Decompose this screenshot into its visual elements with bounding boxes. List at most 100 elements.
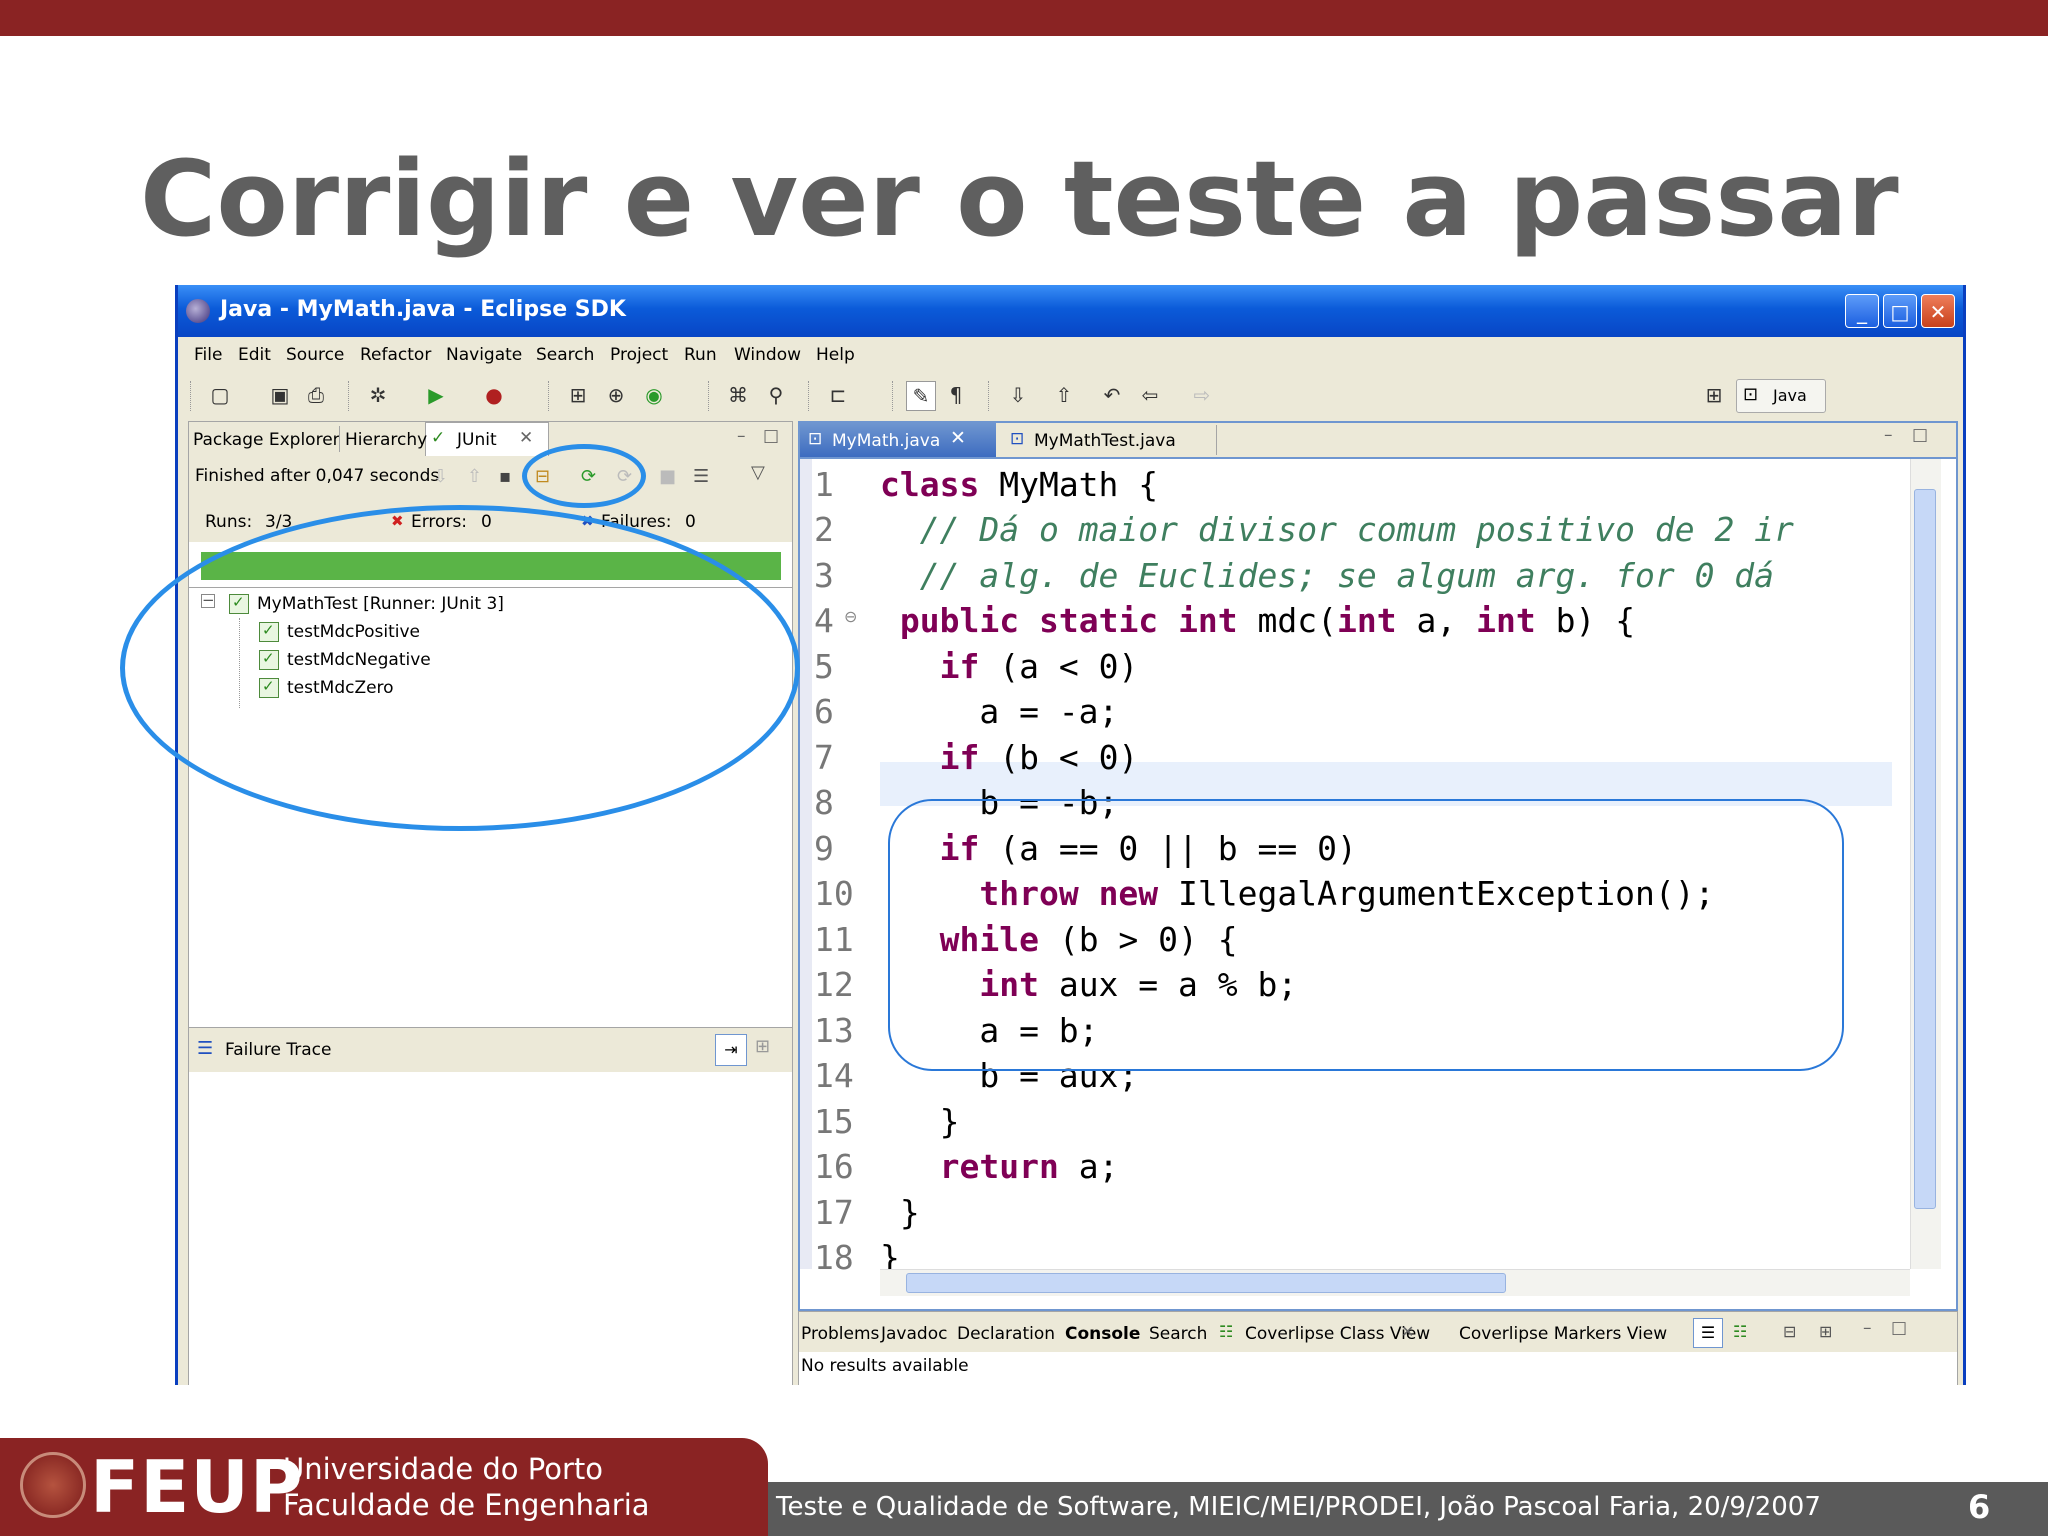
list-view-icon[interactable]: ☰	[1693, 1318, 1723, 1348]
test-run-history-icon[interactable]: ☰	[693, 466, 709, 487]
save-icon[interactable]: ▣	[266, 381, 294, 409]
editor-vertical-scrollbar[interactable]	[1910, 459, 1941, 1269]
tab-declaration[interactable]: Declaration	[957, 1324, 1055, 1344]
new-icon[interactable]: ▢	[206, 381, 234, 409]
close-button[interactable]: ✕	[1921, 294, 1955, 328]
annotation-circle-rerun-button	[522, 444, 646, 508]
runs-label: Runs:	[205, 512, 253, 532]
search-icon[interactable]: ⚲	[762, 381, 790, 409]
new-java-project-icon[interactable]: ⊞	[564, 381, 592, 409]
next-annotation-icon[interactable]: ⇩	[1004, 381, 1032, 409]
forward-icon[interactable]: ⇨	[1188, 381, 1216, 409]
tab-search[interactable]: Search	[1149, 1324, 1207, 1344]
menu-navigate[interactable]: Navigate	[446, 345, 522, 365]
menu-project[interactable]: Project	[610, 345, 668, 365]
tab-hierarchy[interactable]: Hierarchy	[345, 430, 427, 450]
code-line[interactable]: class MyMath {	[880, 465, 1158, 504]
editor-tabs: ⊡ MyMath.java ✕ ⊡ MyMathTest.java – □	[800, 423, 1956, 459]
open-perspective-icon[interactable]: ⊞	[1700, 381, 1728, 409]
tab-junit[interactable]: JUnit	[457, 430, 497, 450]
menu-run[interactable]: Run	[684, 345, 717, 365]
tab-mymath-java[interactable]: MyMath.java	[832, 431, 940, 451]
line-number: 17	[814, 1193, 854, 1232]
code-line[interactable]: public static int mdc(int a, int b) {	[880, 601, 1635, 640]
toolbar-separator	[708, 381, 711, 411]
stop-icon[interactable]: ■	[659, 466, 676, 487]
minimize-view-icon[interactable]: –	[1884, 425, 1893, 445]
minimize-button[interactable]: _	[1845, 294, 1879, 328]
failure-trace-icon: ☰	[197, 1038, 214, 1059]
back-icon[interactable]: ⇦	[1136, 381, 1164, 409]
maximize-view-icon[interactable]: □	[763, 426, 779, 446]
filter-stack-trace-icon[interactable]: ⇥	[715, 1034, 747, 1066]
code-line[interactable]: if (b < 0)	[880, 738, 1139, 777]
line-number: 8	[814, 783, 834, 822]
previous-failure-icon[interactable]: ⇧	[467, 466, 482, 487]
close-tab-icon[interactable]: ✕	[1401, 1322, 1414, 1341]
tab-package-explorer[interactable]: Package Explorer	[193, 430, 340, 450]
minimize-view-icon[interactable]: –	[1863, 1318, 1872, 1338]
tab-problems[interactable]: Problems	[801, 1324, 879, 1344]
tab-mymathtest-java[interactable]: MyMathTest.java	[1034, 431, 1176, 451]
menu-file[interactable]: File	[194, 345, 222, 365]
code-keyword: class	[880, 465, 980, 504]
new-package-icon[interactable]: ⊕	[602, 381, 630, 409]
show-whitespace-icon[interactable]: ¶	[942, 381, 970, 409]
maximize-button[interactable]: □	[1883, 294, 1917, 328]
external-tools-icon[interactable]: ●	[480, 381, 508, 409]
tree-view-icon[interactable]: ☷	[1733, 1322, 1747, 1341]
menu-refactor[interactable]: Refactor	[360, 345, 431, 365]
maximize-view-icon[interactable]: □	[1891, 1318, 1907, 1338]
page-number: 6	[1968, 1488, 1991, 1526]
print-icon[interactable]: ⎙	[302, 381, 330, 409]
perspective-java-button[interactable]: ⊡ Java	[1736, 379, 1826, 413]
scrollbar-thumb[interactable]	[1914, 489, 1936, 1209]
mark-occurrences-icon[interactable]: ✎	[906, 381, 936, 411]
code-comment[interactable]: // alg. de Euclides; se algum arg. for 0…	[880, 556, 1774, 595]
debug-icon[interactable]: ✲	[364, 381, 392, 409]
menu-window[interactable]: Window	[734, 345, 801, 365]
tab-console[interactable]: Console	[1065, 1324, 1140, 1344]
export-icon[interactable]: ⊟	[1783, 1322, 1796, 1341]
view-menu-icon[interactable]: ▽	[751, 462, 765, 483]
open-type-icon[interactable]: ⌘	[724, 381, 752, 409]
code-line[interactable]: if (a < 0)	[880, 647, 1139, 686]
new-class-icon[interactable]: ◉	[640, 381, 668, 409]
last-edit-icon[interactable]: ↶	[1098, 381, 1126, 409]
toolbar-separator	[988, 381, 991, 411]
code-comment[interactable]: // Dá o maior divisor comum positivo de …	[880, 510, 1794, 549]
java-file-icon: ⊡	[808, 429, 823, 449]
code-line[interactable]: return a;	[880, 1147, 1119, 1186]
code-text[interactable]: }	[880, 1102, 960, 1141]
line-number: 9	[814, 829, 834, 868]
menu-help[interactable]: Help	[816, 345, 855, 365]
menu-edit[interactable]: Edit	[238, 345, 271, 365]
fold-icon[interactable]: ⊖	[844, 607, 857, 626]
compare-result-icon[interactable]: ⊞	[755, 1036, 770, 1057]
line-number: 13	[814, 1011, 854, 1050]
menu-source[interactable]: Source	[286, 345, 344, 365]
next-failure-icon[interactable]: ⇩	[433, 466, 448, 487]
show-failures-only-icon[interactable]: ▪	[499, 466, 511, 487]
close-tab-icon[interactable]: ✕	[519, 428, 533, 448]
minimize-view-icon[interactable]: –	[737, 426, 746, 446]
menu-search[interactable]: Search	[536, 345, 594, 365]
refresh-icon[interactable]: ⊞	[1819, 1322, 1832, 1341]
tab-coverlipse-markers-view[interactable]: Coverlipse Markers View	[1459, 1324, 1667, 1344]
code-keyword: int	[1337, 601, 1397, 640]
scrollbar-thumb[interactable]	[906, 1273, 1506, 1293]
code-text[interactable]: a = -a;	[880, 692, 1118, 731]
window-title-bar[interactable]: Java - MyMath.java - Eclipse SDK _ □ ✕	[178, 285, 1963, 337]
tab-divider	[1216, 425, 1217, 455]
open-folder-icon[interactable]: ⊏	[824, 381, 852, 409]
university-seal-icon	[20, 1452, 86, 1518]
tab-divider	[339, 426, 340, 452]
tab-javadoc[interactable]: Javadoc	[881, 1324, 947, 1344]
code-text[interactable]: }	[880, 1193, 920, 1232]
close-tab-icon[interactable]: ✕	[950, 427, 966, 449]
maximize-view-icon[interactable]: □	[1912, 425, 1928, 445]
previous-annotation-icon[interactable]: ⇧	[1050, 381, 1078, 409]
run-icon[interactable]: ▶	[422, 381, 450, 409]
bottom-views: Problems Javadoc Declaration Console Sea…	[798, 1311, 1958, 1385]
editor-horizontal-scrollbar[interactable]	[880, 1269, 1910, 1296]
